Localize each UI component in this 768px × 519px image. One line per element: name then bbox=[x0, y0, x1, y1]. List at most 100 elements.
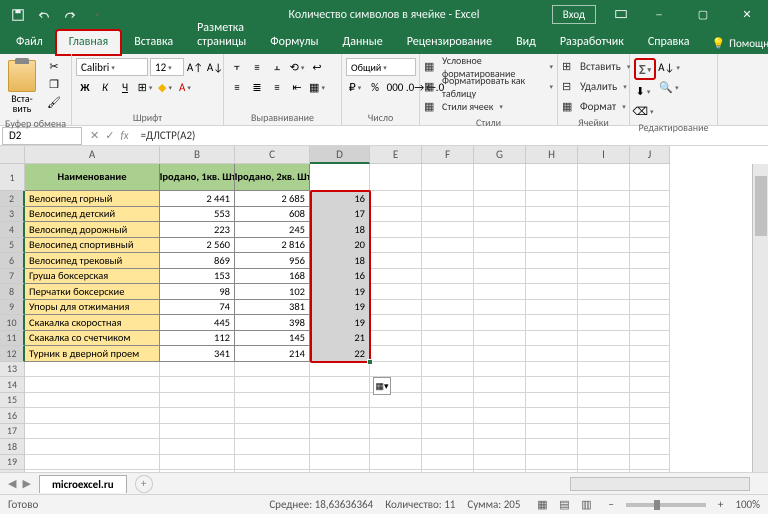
cell[interactable] bbox=[25, 377, 160, 393]
row-header-7[interactable]: 7 bbox=[0, 269, 25, 285]
row-header-6[interactable]: 6 bbox=[0, 253, 25, 269]
cell[interactable] bbox=[630, 346, 670, 362]
cell[interactable] bbox=[235, 439, 310, 455]
cell[interactable] bbox=[526, 222, 578, 238]
cell[interactable]: 98 bbox=[160, 284, 235, 300]
select-all-corner[interactable] bbox=[0, 146, 25, 164]
cell[interactable] bbox=[25, 424, 160, 440]
cell[interactable] bbox=[422, 439, 474, 455]
find-select-icon[interactable]: 🔍 bbox=[660, 78, 678, 96]
col-header-D[interactable]: D bbox=[310, 146, 370, 164]
cell[interactable] bbox=[422, 269, 474, 285]
fill-color-icon[interactable]: ◆ bbox=[156, 78, 174, 96]
copy-icon[interactable]: ❐ bbox=[44, 76, 64, 92]
cell[interactable] bbox=[160, 377, 235, 393]
cell[interactable] bbox=[160, 455, 235, 471]
add-sheet-button[interactable]: + bbox=[135, 475, 153, 493]
row-header-20[interactable]: 20 bbox=[0, 470, 25, 472]
align-top-icon[interactable]: ⫟ bbox=[228, 58, 246, 76]
cell[interactable]: 608 bbox=[235, 207, 310, 223]
row-header-8[interactable]: 8 bbox=[0, 284, 25, 300]
cell[interactable]: 223 bbox=[160, 222, 235, 238]
cell[interactable]: 21 bbox=[310, 331, 370, 347]
cell[interactable]: 22 bbox=[310, 346, 370, 362]
cell[interactable]: 16 bbox=[310, 269, 370, 285]
scrollbar-thumb[interactable] bbox=[755, 176, 767, 236]
cell[interactable] bbox=[474, 439, 526, 455]
cell[interactable]: 19 bbox=[310, 284, 370, 300]
cell[interactable] bbox=[630, 408, 670, 424]
cell[interactable] bbox=[422, 238, 474, 254]
cell[interactable] bbox=[474, 164, 526, 191]
cell[interactable]: Велосипед спортивный bbox=[25, 238, 160, 254]
cell[interactable]: 2 560 bbox=[160, 238, 235, 254]
cell[interactable] bbox=[578, 253, 630, 269]
cell[interactable] bbox=[526, 362, 578, 378]
cell[interactable] bbox=[630, 284, 670, 300]
cell[interactable] bbox=[630, 207, 670, 223]
row-header-5[interactable]: 5 bbox=[0, 238, 25, 254]
cell[interactable] bbox=[578, 393, 630, 409]
cell[interactable]: 19 bbox=[310, 315, 370, 331]
cell[interactable]: 2 685 bbox=[235, 191, 310, 207]
cell[interactable] bbox=[474, 238, 526, 254]
undo-icon[interactable] bbox=[34, 5, 54, 25]
cell[interactable]: 102 bbox=[235, 284, 310, 300]
vertical-scrollbar[interactable] bbox=[752, 164, 768, 472]
cell[interactable] bbox=[526, 439, 578, 455]
row-header-9[interactable]: 9 bbox=[0, 300, 25, 316]
cell[interactable] bbox=[474, 315, 526, 331]
cell[interactable] bbox=[526, 455, 578, 471]
cell[interactable] bbox=[630, 222, 670, 238]
cell[interactable] bbox=[526, 253, 578, 269]
cell[interactable] bbox=[25, 439, 160, 455]
cell[interactable] bbox=[526, 284, 578, 300]
cell[interactable] bbox=[630, 238, 670, 254]
cell[interactable]: Турник в дверной проем bbox=[25, 346, 160, 362]
align-center-icon[interactable]: ≣ bbox=[248, 78, 266, 96]
cell[interactable] bbox=[526, 238, 578, 254]
cancel-formula-icon[interactable]: ✕ bbox=[90, 129, 99, 142]
cell[interactable]: 18 bbox=[310, 222, 370, 238]
cell[interactable] bbox=[235, 470, 310, 472]
cell[interactable]: Скакалка со счетчиком bbox=[25, 331, 160, 347]
cell[interactable] bbox=[25, 408, 160, 424]
cell[interactable] bbox=[422, 470, 474, 472]
cell[interactable] bbox=[474, 331, 526, 347]
cell[interactable] bbox=[370, 408, 422, 424]
cell[interactable] bbox=[422, 393, 474, 409]
cell[interactable] bbox=[160, 439, 235, 455]
cell[interactable] bbox=[526, 300, 578, 316]
row-header-13[interactable]: 13 bbox=[0, 362, 25, 378]
cell[interactable] bbox=[370, 238, 422, 254]
cell[interactable] bbox=[474, 284, 526, 300]
cell[interactable] bbox=[578, 191, 630, 207]
cell-styles-button[interactable]: ▦Стили ячеек bbox=[424, 98, 553, 115]
currency-icon[interactable]: ₽ bbox=[346, 78, 364, 96]
cell[interactable] bbox=[578, 284, 630, 300]
increase-font-icon[interactable]: A↑ bbox=[186, 58, 204, 76]
cell[interactable] bbox=[474, 222, 526, 238]
cell[interactable] bbox=[526, 424, 578, 440]
cell[interactable]: 145 bbox=[235, 331, 310, 347]
cell[interactable] bbox=[422, 331, 474, 347]
cell[interactable]: 18 bbox=[310, 253, 370, 269]
cell[interactable] bbox=[310, 424, 370, 440]
cell[interactable] bbox=[235, 455, 310, 471]
format-painter-icon[interactable]: 🖌 bbox=[44, 94, 64, 110]
insert-cells-button[interactable]: ⊞Вставить bbox=[562, 58, 630, 75]
autosum-button[interactable]: Σ bbox=[634, 58, 656, 80]
font-name-select[interactable]: Calibri bbox=[76, 58, 148, 76]
col-header-G[interactable]: G bbox=[474, 146, 526, 164]
zoom-level[interactable]: 100% bbox=[735, 498, 760, 511]
maximize-button[interactable]: ▢ bbox=[682, 0, 724, 29]
cell[interactable] bbox=[526, 164, 578, 191]
cell[interactable] bbox=[370, 164, 422, 191]
cell[interactable] bbox=[422, 300, 474, 316]
zoom-out-button[interactable]: − bbox=[608, 498, 613, 511]
cell[interactable]: 956 bbox=[235, 253, 310, 269]
cell[interactable] bbox=[578, 300, 630, 316]
cell[interactable] bbox=[370, 331, 422, 347]
fx-icon[interactable]: fx bbox=[120, 129, 128, 142]
horizontal-scrollbar[interactable] bbox=[570, 477, 750, 491]
